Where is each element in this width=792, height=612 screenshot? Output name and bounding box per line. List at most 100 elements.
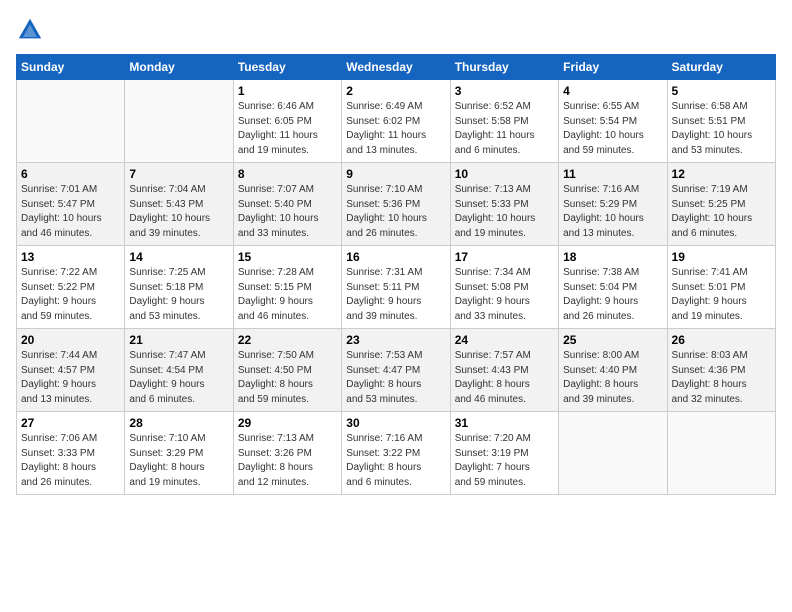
day-info: Sunrise: 7:06 AMSunset: 3:33 PMDaylight:…: [21, 432, 120, 490]
calendar-cell: 13 Sunrise: 7:22 AMSunset: 5:22 PMDayligh…: [17, 246, 125, 329]
weekday-header: Wednesday: [342, 55, 450, 80]
day-number: 19: [672, 250, 771, 264]
calendar-cell: 3 Sunrise: 6:52 AMSunset: 5:58 PMDaylight…: [450, 80, 558, 163]
day-number: 8: [238, 167, 337, 181]
calendar-cell: 22 Sunrise: 7:50 AMSunset: 4:50 PMDayligh…: [233, 329, 341, 412]
weekday-header: Saturday: [667, 55, 775, 80]
day-info: Sunrise: 7:44 AMSunset: 4:57 PMDaylight:…: [21, 349, 120, 407]
day-number: 18: [563, 250, 662, 264]
day-info: Sunrise: 7:34 AMSunset: 5:08 PMDaylight:…: [455, 266, 554, 324]
logo: [16, 16, 48, 44]
day-number: 11: [563, 167, 662, 181]
calendar-cell: 31 Sunrise: 7:20 AMSunset: 3:19 PMDayligh…: [450, 412, 558, 495]
day-number: 2: [346, 84, 445, 98]
day-info: Sunrise: 7:50 AMSunset: 4:50 PMDaylight:…: [238, 349, 337, 407]
day-number: 7: [129, 167, 228, 181]
calendar-week-row: 27 Sunrise: 7:06 AMSunset: 3:33 PMDayligh…: [17, 412, 776, 495]
day-number: 17: [455, 250, 554, 264]
day-number: 12: [672, 167, 771, 181]
calendar-cell: 1 Sunrise: 6:46 AMSunset: 6:05 PMDaylight…: [233, 80, 341, 163]
day-number: 1: [238, 84, 337, 98]
weekday-header-row: SundayMondayTuesdayWednesdayThursdayFrid…: [17, 55, 776, 80]
day-info: Sunrise: 8:00 AMSunset: 4:40 PMDaylight:…: [563, 349, 662, 407]
day-number: 22: [238, 333, 337, 347]
day-number: 25: [563, 333, 662, 347]
calendar-week-row: 6 Sunrise: 7:01 AMSunset: 5:47 PMDaylight…: [17, 163, 776, 246]
weekday-header: Tuesday: [233, 55, 341, 80]
day-info: Sunrise: 6:46 AMSunset: 6:05 PMDaylight:…: [238, 100, 337, 158]
calendar-cell: 12 Sunrise: 7:19 AMSunset: 5:25 PMDayligh…: [667, 163, 775, 246]
page-header: [16, 16, 776, 44]
calendar-cell: 2 Sunrise: 6:49 AMSunset: 6:02 PMDaylight…: [342, 80, 450, 163]
day-number: 4: [563, 84, 662, 98]
day-info: Sunrise: 7:10 AMSunset: 3:29 PMDaylight:…: [129, 432, 228, 490]
day-info: Sunrise: 7:13 AMSunset: 3:26 PMDaylight:…: [238, 432, 337, 490]
calendar-cell: 28Sunrise: 7:10 AMSunset: 3:29 PMDayligh…: [125, 412, 233, 495]
calendar-cell: 29 Sunrise: 7:13 AMSunset: 3:26 PMDayligh…: [233, 412, 341, 495]
day-info: Sunrise: 7:25 AMSunset: 5:18 PMDaylight:…: [129, 266, 228, 324]
calendar-cell: 7Sunrise: 7:04 AMSunset: 5:43 PMDaylight…: [125, 163, 233, 246]
day-number: 16: [346, 250, 445, 264]
day-info: Sunrise: 8:03 AMSunset: 4:36 PMDaylight:…: [672, 349, 771, 407]
day-info: Sunrise: 7:38 AMSunset: 5:04 PMDaylight:…: [563, 266, 662, 324]
calendar-cell: 25 Sunrise: 8:00 AMSunset: 4:40 PMDayligh…: [559, 329, 667, 412]
day-info: Sunrise: 7:28 AMSunset: 5:15 PMDaylight:…: [238, 266, 337, 324]
day-info: Sunrise: 7:01 AMSunset: 5:47 PMDaylight:…: [21, 183, 120, 241]
weekday-header: Monday: [125, 55, 233, 80]
day-info: Sunrise: 7:07 AMSunset: 5:40 PMDaylight:…: [238, 183, 337, 241]
calendar-week-row: 13 Sunrise: 7:22 AMSunset: 5:22 PMDayligh…: [17, 246, 776, 329]
calendar-cell: [559, 412, 667, 495]
day-info: Sunrise: 7:16 AMSunset: 5:29 PMDaylight:…: [563, 183, 662, 241]
calendar-cell: 4 Sunrise: 6:55 AMSunset: 5:54 PMDaylight…: [559, 80, 667, 163]
day-number: 31: [455, 416, 554, 430]
day-number: 29: [238, 416, 337, 430]
calendar-cell: 11 Sunrise: 7:16 AMSunset: 5:29 PMDayligh…: [559, 163, 667, 246]
day-info: Sunrise: 6:52 AMSunset: 5:58 PMDaylight:…: [455, 100, 554, 158]
calendar-cell: [17, 80, 125, 163]
calendar-cell: 27 Sunrise: 7:06 AMSunset: 3:33 PMDayligh…: [17, 412, 125, 495]
calendar-cell: 21Sunrise: 7:47 AMSunset: 4:54 PMDayligh…: [125, 329, 233, 412]
calendar-cell: 17 Sunrise: 7:34 AMSunset: 5:08 PMDayligh…: [450, 246, 558, 329]
calendar-cell: 8 Sunrise: 7:07 AMSunset: 5:40 PMDaylight…: [233, 163, 341, 246]
day-number: 10: [455, 167, 554, 181]
weekday-header: Sunday: [17, 55, 125, 80]
day-info: Sunrise: 7:20 AMSunset: 3:19 PMDaylight:…: [455, 432, 554, 490]
calendar-cell: 23 Sunrise: 7:53 AMSunset: 4:47 PMDayligh…: [342, 329, 450, 412]
day-info: Sunrise: 6:58 AMSunset: 5:51 PMDaylight:…: [672, 100, 771, 158]
calendar-cell: 15Sunrise: 7:28 AMSunset: 5:15 PMDayligh…: [233, 246, 341, 329]
weekday-header: Friday: [559, 55, 667, 80]
calendar-cell: 24 Sunrise: 7:57 AMSunset: 4:43 PMDayligh…: [450, 329, 558, 412]
weekday-header: Thursday: [450, 55, 558, 80]
day-number: 6: [21, 167, 120, 181]
day-info: Sunrise: 7:57 AMSunset: 4:43 PMDaylight:…: [455, 349, 554, 407]
day-info: Sunrise: 7:53 AMSunset: 4:47 PMDaylight:…: [346, 349, 445, 407]
day-number: 13: [21, 250, 120, 264]
calendar-cell: 16 Sunrise: 7:31 AMSunset: 5:11 PMDayligh…: [342, 246, 450, 329]
day-number: 23: [346, 333, 445, 347]
calendar-cell: 18 Sunrise: 7:38 AMSunset: 5:04 PMDayligh…: [559, 246, 667, 329]
calendar-cell: 10 Sunrise: 7:13 AMSunset: 5:33 PMDayligh…: [450, 163, 558, 246]
day-number: 20: [21, 333, 120, 347]
calendar-cell: [667, 412, 775, 495]
day-info: Sunrise: 7:10 AMSunset: 5:36 PMDaylight:…: [346, 183, 445, 241]
calendar-cell: 6 Sunrise: 7:01 AMSunset: 5:47 PMDaylight…: [17, 163, 125, 246]
logo-icon: [16, 16, 44, 44]
calendar-cell: 20 Sunrise: 7:44 AMSunset: 4:57 PMDayligh…: [17, 329, 125, 412]
day-info: Sunrise: 7:22 AMSunset: 5:22 PMDaylight:…: [21, 266, 120, 324]
day-info: Sunrise: 7:31 AMSunset: 5:11 PMDaylight:…: [346, 266, 445, 324]
day-number: 27: [21, 416, 120, 430]
day-number: 3: [455, 84, 554, 98]
day-number: 14: [129, 250, 228, 264]
day-number: 5: [672, 84, 771, 98]
day-number: 24: [455, 333, 554, 347]
calendar-cell: 19Sunrise: 7:41 AMSunset: 5:01 PMDayligh…: [667, 246, 775, 329]
day-number: 26: [672, 333, 771, 347]
day-number: 21: [129, 333, 228, 347]
day-info: Sunrise: 6:55 AMSunset: 5:54 PMDaylight:…: [563, 100, 662, 158]
calendar-cell: 9Sunrise: 7:10 AMSunset: 5:36 PMDaylight…: [342, 163, 450, 246]
day-info: Sunrise: 7:19 AMSunset: 5:25 PMDaylight:…: [672, 183, 771, 241]
calendar-cell: 5 Sunrise: 6:58 AMSunset: 5:51 PMDaylight…: [667, 80, 775, 163]
day-info: Sunrise: 7:13 AMSunset: 5:33 PMDaylight:…: [455, 183, 554, 241]
calendar-cell: 14 Sunrise: 7:25 AMSunset: 5:18 PMDayligh…: [125, 246, 233, 329]
day-info: Sunrise: 6:49 AMSunset: 6:02 PMDaylight:…: [346, 100, 445, 158]
